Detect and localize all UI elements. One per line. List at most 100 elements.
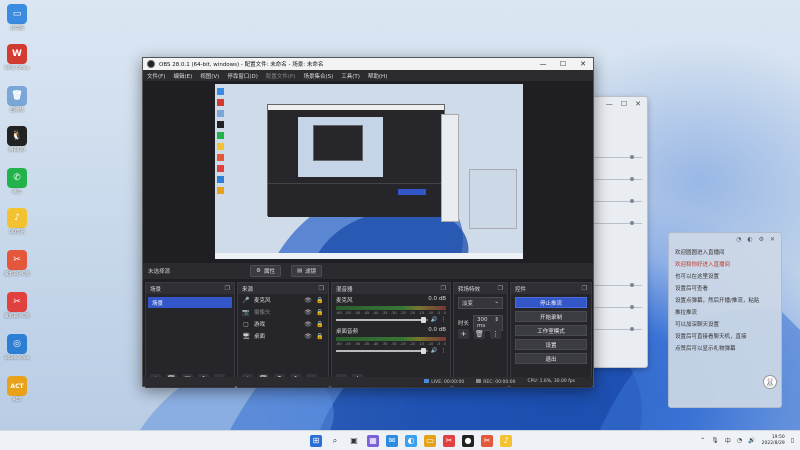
- desktop-icon[interactable]: 🐧 腾讯QQ: [2, 126, 32, 154]
- source-list-item[interactable]: 🎤 麦克风 👁 🔒: [238, 294, 328, 306]
- scene-list-item[interactable]: 场景: [148, 297, 232, 308]
- maximize-icon[interactable]: ☐: [621, 100, 627, 111]
- close-icon[interactable]: ✕: [635, 100, 641, 111]
- notification-icon[interactable]: ▯: [791, 437, 794, 444]
- cpu-status: CPU: 1.6%, 30.00 fps: [527, 379, 576, 384]
- filters-button[interactable]: ▤ 滤镜: [290, 265, 323, 277]
- source-list-item[interactable]: ▢ 游戏 👁 🔒: [238, 318, 328, 330]
- studio-mode-button[interactable]: 工作室模式: [515, 325, 587, 336]
- app-taskbar-icon[interactable]: ✂: [481, 434, 493, 447]
- menu-view[interactable]: 视图(V): [200, 72, 219, 80]
- menu-docks[interactable]: 停靠窗口(D): [227, 72, 258, 80]
- sources-dock-title: 来源: [242, 286, 254, 293]
- start-recording-button[interactable]: 开始录制: [515, 311, 587, 322]
- dock-float-icon[interactable]: ❐: [582, 285, 587, 292]
- chat-icon[interactable]: ✉: [386, 434, 398, 447]
- desktop-icon[interactable]: ✂ 爱剪辑 PC版: [2, 292, 32, 320]
- taskbar-apps: ⊞ ⌕ ▣ ▦ ✉ ◐ ▭ ✂ ● ✂ ♪: [310, 434, 512, 447]
- desktop-icon[interactable]: ▭ 此电脑: [2, 4, 32, 32]
- eye-icon[interactable]: 👁: [304, 297, 312, 304]
- close-icon[interactable]: ✕: [770, 236, 775, 247]
- dock-float-icon[interactable]: ❐: [441, 285, 446, 292]
- dock-float-icon[interactable]: ❐: [319, 285, 324, 292]
- network-icon[interactable]: ◔: [737, 437, 742, 444]
- chat-tool-icon[interactable]: ◐: [747, 236, 752, 247]
- desktop-icon-label: 爱剪辑 PC版: [4, 272, 30, 277]
- source-list-item[interactable]: 🖥 桌面 👁 🔒: [238, 330, 328, 342]
- more-icon[interactable]: ⋮: [441, 317, 447, 323]
- more-icon[interactable]: ⋮: [441, 348, 447, 354]
- controls-dock: 控件 ❐ 停止推流 开始录制 工作室模式 设置 退出: [510, 282, 592, 388]
- more-icon[interactable]: ⋮: [490, 329, 501, 339]
- volume-slider[interactable]: [336, 348, 428, 354]
- start-menu-icon[interactable]: ⊞: [310, 434, 322, 447]
- desktop-icon[interactable]: ♪ QQ音乐: [2, 208, 32, 236]
- desktop-icon[interactable]: ◎ Studio One: [2, 334, 32, 362]
- settings-button[interactable]: 设置: [515, 339, 587, 350]
- task-view-icon[interactable]: ▣: [348, 435, 360, 447]
- search-icon[interactable]: ⌕: [329, 435, 341, 447]
- desktop-icon[interactable]: ACT ACT: [2, 376, 32, 404]
- input-language[interactable]: 中: [725, 436, 731, 445]
- music-app-icon[interactable]: ♪: [500, 434, 512, 447]
- track-name: 桌面音频: [336, 329, 359, 335]
- slider[interactable]: [594, 199, 642, 203]
- chat-tool-icon[interactable]: ◔: [736, 236, 741, 247]
- obs-taskbar-icon[interactable]: ●: [462, 434, 474, 447]
- minimize-button[interactable]: —: [533, 60, 553, 68]
- slider[interactable]: [594, 155, 642, 159]
- source-list-item[interactable]: 📷 摄像头 👁 🔒: [238, 306, 328, 318]
- menu-file[interactable]: 文件(F): [147, 72, 165, 80]
- lock-icon[interactable]: 🔒: [316, 321, 324, 328]
- transition-type-select[interactable]: 淡变 ⌄: [458, 297, 503, 309]
- close-button[interactable]: ✕: [573, 60, 593, 68]
- volume-icon[interactable]: 🔊: [431, 348, 438, 354]
- desktop-icon[interactable]: 🗑 回收站: [2, 86, 32, 114]
- add-icon[interactable]: +: [458, 329, 469, 339]
- file-explorer-icon[interactable]: ▭: [424, 434, 436, 447]
- desktop-icon[interactable]: ✂ 爱剪辑 PC版: [2, 250, 32, 278]
- microphone-icon[interactable]: 🎙: [711, 437, 719, 444]
- dock-float-icon[interactable]: ❐: [498, 285, 503, 292]
- menu-edit[interactable]: 编辑(E): [173, 72, 192, 80]
- preview-canvas[interactable]: [215, 84, 523, 259]
- avatar[interactable]: 🐰: [763, 375, 777, 389]
- menu-tools[interactable]: 工具(T): [341, 72, 360, 80]
- desktop-icon-label: 腾讯QQ: [8, 148, 26, 153]
- eye-icon[interactable]: 👁: [304, 333, 312, 340]
- chevron-up-icon[interactable]: ⌃: [700, 437, 705, 444]
- desktop-icon[interactable]: ✆ 微信: [2, 168, 32, 196]
- chat-tool-icon[interactable]: ⚙: [759, 236, 764, 247]
- menu-scene-collection[interactable]: 场景集合(S): [303, 72, 333, 80]
- lock-icon[interactable]: 🔒: [316, 333, 324, 340]
- trash-icon[interactable]: 🗑: [474, 329, 485, 339]
- lock-icon[interactable]: 🔒: [316, 297, 324, 304]
- desktop-icon[interactable]: W WPS Office: [2, 44, 32, 72]
- slider[interactable]: [594, 327, 642, 331]
- volume-icon[interactable]: 🔊: [748, 437, 755, 444]
- widgets-icon[interactable]: ▦: [367, 434, 379, 447]
- lock-icon[interactable]: 🔒: [316, 309, 324, 316]
- obs-titlebar[interactable]: OBS 28.0.1 (64-bit, windows) - 配置文件: 未命名…: [143, 58, 593, 70]
- properties-button[interactable]: ⚙ 属性: [250, 265, 281, 277]
- editor-app-icon[interactable]: ✂: [443, 434, 455, 447]
- eye-icon[interactable]: 👁: [304, 321, 312, 328]
- slider[interactable]: [594, 305, 642, 309]
- eye-icon[interactable]: 👁: [304, 309, 312, 316]
- menu-help[interactable]: 帮助(H): [368, 72, 387, 80]
- minimize-icon[interactable]: —: [606, 100, 613, 111]
- menu-profile[interactable]: 配置文件(P): [266, 72, 296, 80]
- exit-button[interactable]: 退出: [515, 353, 587, 364]
- stop-streaming-button[interactable]: 停止推流: [515, 297, 587, 308]
- dock-float-icon[interactable]: ❐: [225, 285, 230, 292]
- volume-icon[interactable]: 🔊: [431, 317, 438, 323]
- chat-message: 欢迎和你好进入直播间: [675, 262, 731, 268]
- slider[interactable]: [594, 221, 642, 225]
- properties-label: 属性: [263, 269, 275, 275]
- volume-slider[interactable]: [336, 317, 428, 323]
- clock[interactable]: 19:50 2022/8/29: [762, 435, 785, 446]
- maximize-button[interactable]: ☐: [553, 60, 573, 68]
- slider[interactable]: [594, 177, 642, 181]
- slider[interactable]: [594, 283, 642, 287]
- edge-icon[interactable]: ◐: [405, 434, 417, 447]
